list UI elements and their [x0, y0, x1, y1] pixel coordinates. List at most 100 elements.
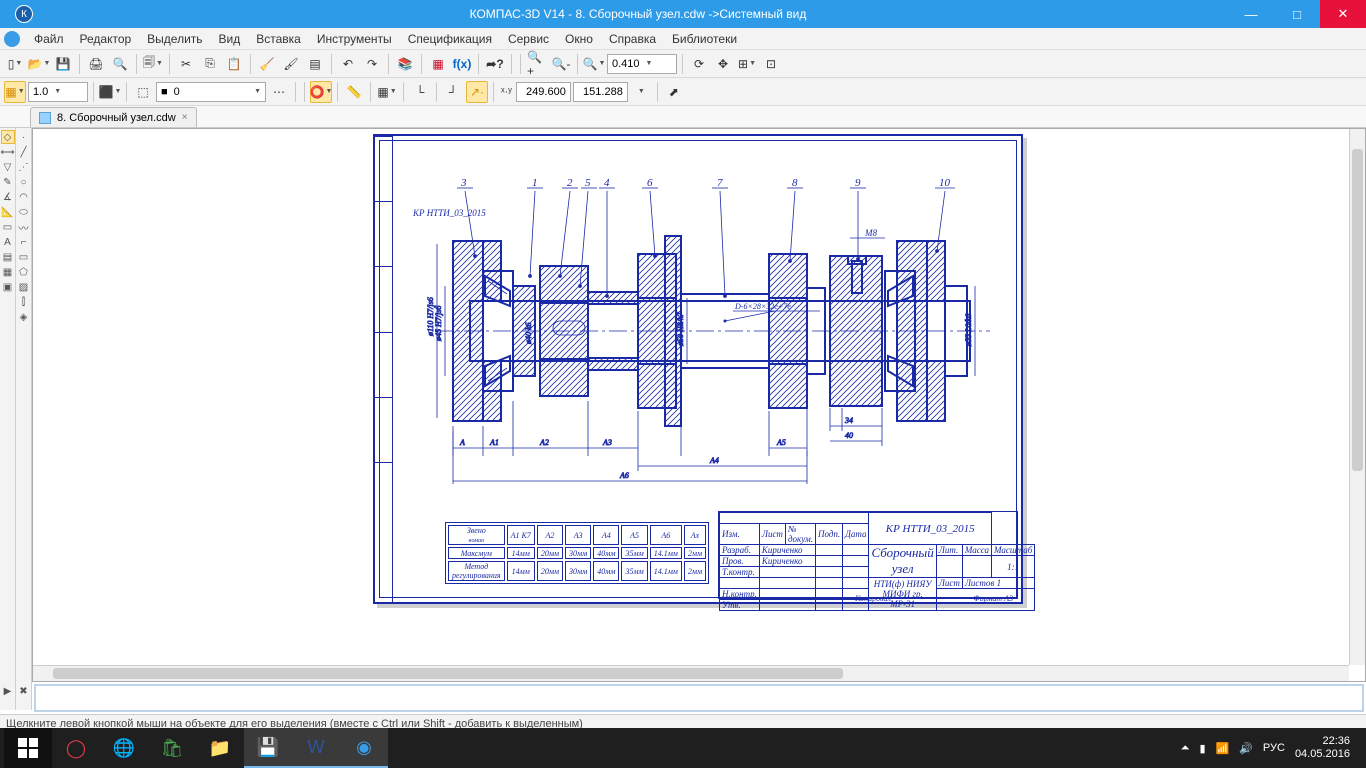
horizontal-scrollbar[interactable]	[33, 665, 1349, 681]
views-tab-icon[interactable]: ▣	[1, 280, 15, 294]
taskbar-word2-icon[interactable]: W	[292, 728, 340, 768]
arc-tool-icon[interactable]: ◠	[17, 190, 31, 204]
taskbar-opera-icon[interactable]: ◯	[52, 728, 100, 768]
tray-up-icon[interactable]: ⏶	[1181, 742, 1190, 755]
zoom-fit-icon[interactable]: 🔍▼	[583, 53, 605, 75]
menu-window[interactable]: Окно	[557, 30, 601, 48]
fx-icon[interactable]: f(x)	[451, 53, 473, 75]
new-doc-icon[interactable]: ▯▼	[4, 53, 26, 75]
minimize-button[interactable]: —	[1228, 0, 1274, 28]
match-icon[interactable]: 🖌	[280, 53, 302, 75]
properties-icon[interactable]: 🧹	[256, 53, 278, 75]
print-icon[interactable]: 🖨	[85, 53, 107, 75]
zoom-prev-icon[interactable]: ⊡	[760, 53, 782, 75]
pan-icon[interactable]: ✥	[712, 53, 734, 75]
coord-x-field[interactable]: 249.600	[516, 82, 571, 102]
ortho-l-icon[interactable]: └	[409, 81, 431, 103]
menu-view[interactable]: Вид	[211, 30, 249, 48]
offset-tool-icon[interactable]: ⫿	[17, 295, 31, 309]
zoom-window-icon[interactable]: ⊞▼	[736, 53, 758, 75]
layer-combo[interactable]: ■ 0▼	[156, 82, 266, 102]
libraries-icon[interactable]: 📚	[394, 53, 416, 75]
layers-icon[interactable]: ▤	[304, 53, 326, 75]
dims-tab-icon[interactable]: ⟷	[1, 145, 15, 159]
property-panel[interactable]	[34, 684, 1364, 712]
round-icon[interactable]: ↗·	[466, 81, 488, 103]
close-tab-icon[interactable]: ×	[182, 112, 188, 123]
menu-help[interactable]: Справка	[601, 30, 664, 48]
point-tool-icon[interactable]: ·	[17, 130, 31, 144]
spec-tab-icon[interactable]: ▤	[1, 250, 15, 264]
vertical-scrollbar[interactable]	[1349, 129, 1365, 665]
select-tab-icon[interactable]: ▭	[1, 220, 15, 234]
color-icon[interactable]: ⬛▼	[99, 81, 121, 103]
lcs-icon[interactable]: ⬈	[663, 81, 685, 103]
save-icon[interactable]: 💾	[52, 53, 74, 75]
zoom-combo[interactable]: 0.410▼	[607, 54, 677, 74]
print-preview-icon[interactable]: 🔍	[109, 53, 131, 75]
taskbar-explorer-icon[interactable]: 📁	[196, 728, 244, 768]
measure-tab-icon[interactable]: 📐	[1, 205, 15, 219]
poly-tool-icon[interactable]: ⬠	[17, 265, 31, 279]
ortho-icon[interactable]: ┘	[442, 81, 464, 103]
menu-libs[interactable]: Библиотеки	[664, 30, 745, 48]
hatch-tool-icon[interactable]: ▨	[17, 280, 31, 294]
menu-service[interactable]: Сервис	[500, 30, 557, 48]
tray-sound-icon[interactable]: 🔊	[1239, 742, 1253, 755]
rebuild-icon[interactable]: ⟳	[688, 53, 710, 75]
open-icon[interactable]: 📂▼	[28, 53, 50, 75]
tray-battery-icon[interactable]: ▮	[1199, 742, 1205, 755]
prop-cancel-icon[interactable]: ✖	[17, 684, 31, 698]
variables-icon[interactable]: ▦	[427, 53, 449, 75]
fillet-tool-icon[interactable]: ⌐	[17, 235, 31, 249]
layer-icon[interactable]: ⬚	[132, 81, 154, 103]
document-tab-active[interactable]: 8. Сборочный узел.cdw ×	[30, 107, 197, 127]
zoom-in-icon[interactable]: 🔍+	[526, 53, 548, 75]
menu-file[interactable]: Файл	[26, 30, 72, 48]
symbols-tab-icon[interactable]: ▽	[1, 160, 15, 174]
contour-tool-icon[interactable]: ◈	[17, 310, 31, 324]
taskbar-store-icon[interactable]: 🛍	[148, 728, 196, 768]
circle-tool-icon[interactable]: ○	[17, 175, 31, 189]
auxline-tool-icon[interactable]: ⋰	[17, 160, 31, 174]
menu-insert[interactable]: Вставка	[248, 30, 309, 48]
menu-spec[interactable]: Спецификация	[400, 30, 500, 48]
coord-dropdown-icon[interactable]: ▼	[630, 81, 652, 103]
prop-ok-icon[interactable]: ▶	[1, 684, 15, 698]
redo-icon[interactable]: ↷	[361, 53, 383, 75]
tray-clock[interactable]: 22:36 04.05.2016	[1295, 735, 1350, 761]
grid-icon[interactable]: ▦▼	[376, 81, 398, 103]
coord-y-field[interactable]: 151.288	[573, 82, 628, 102]
close-button[interactable]: ✕	[1320, 0, 1366, 28]
menu-select[interactable]: Выделить	[139, 30, 210, 48]
taskbar-word-icon[interactable]: 💾	[244, 728, 292, 768]
paste-icon[interactable]: 📋	[223, 53, 245, 75]
taskbar-kompas-icon[interactable]: ◉	[340, 728, 388, 768]
state-button[interactable]: ▦▼	[4, 81, 26, 103]
undo-icon[interactable]: ↶	[337, 53, 359, 75]
report-tab-icon[interactable]: ▦	[1, 265, 15, 279]
zoom-out-icon[interactable]: 🔍-	[550, 53, 572, 75]
text-tab-icon[interactable]: A	[1, 235, 15, 249]
linewidth-combo[interactable]: 1.0▼	[28, 82, 88, 102]
geometry-tab-icon[interactable]: ◇	[1, 130, 15, 144]
tray-lang[interactable]: РУС	[1263, 742, 1285, 754]
help-cursor-icon[interactable]: ➦?	[484, 53, 506, 75]
app-icon-small[interactable]	[4, 31, 20, 47]
spline-tool-icon[interactable]: 〰	[17, 220, 31, 234]
preview-icon[interactable]: 🗐▼	[142, 53, 164, 75]
menu-editor[interactable]: Редактор	[72, 30, 140, 48]
ellipse-tool-icon[interactable]: ⬭	[17, 205, 31, 219]
tray-wifi-icon[interactable]: 📶	[1216, 742, 1230, 755]
cut-icon[interactable]: ✂	[175, 53, 197, 75]
ruler-icon[interactable]: 📏	[343, 81, 365, 103]
snap-icon[interactable]: ⭕▼	[310, 81, 332, 103]
drawing-canvas[interactable]: КР НТТИ_03_2015	[32, 128, 1366, 682]
edit-tab-icon[interactable]: ✎	[1, 175, 15, 189]
line-tool-icon[interactable]: ╱	[17, 145, 31, 159]
menu-tools[interactable]: Инструменты	[309, 30, 400, 48]
taskbar-chrome-icon[interactable]: 🌐	[100, 728, 148, 768]
start-button[interactable]	[4, 728, 52, 768]
param-tab-icon[interactable]: ∡	[1, 190, 15, 204]
rect-tool-icon[interactable]: ▭	[17, 250, 31, 264]
